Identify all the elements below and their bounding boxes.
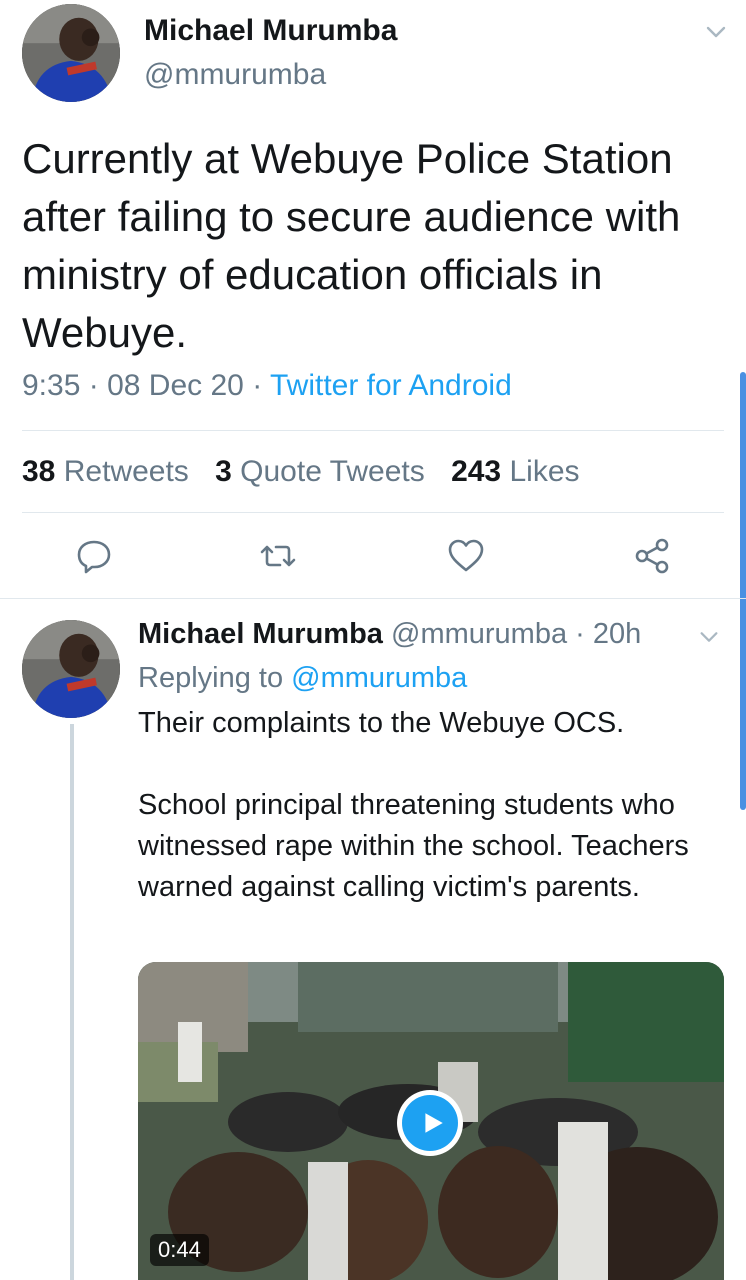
likes-stat[interactable]: 243 Likes [451,455,579,488]
author-handle[interactable]: @mmurumba [144,56,397,94]
tweet-time: 9:35 [22,369,81,402]
reply-author-name[interactable]: Michael Murumba [138,618,383,650]
likes-count: 243 [451,455,502,488]
quotes-label: Quote Tweets [240,455,425,488]
reply-age: 20h [592,618,642,650]
meta-separator: · [252,369,263,402]
play-button[interactable] [397,1090,463,1156]
reply-paragraph: School principal threatening students wh… [138,789,689,903]
video-duration: 0:44 [150,1234,209,1266]
quotes-stat[interactable]: 3 Quote Tweets [215,455,425,488]
tweet-separator [0,598,746,599]
divider [22,512,724,513]
chevron-down-icon[interactable] [704,20,728,44]
avatar-image [22,620,120,718]
tweet-date: 08 Dec 20 [107,369,244,402]
retweets-count: 38 [22,455,56,488]
play-icon [424,1113,443,1133]
tweet-meta: 9:35 · 08 Dec 20 · Twitter for Android [22,366,512,406]
likes-label: Likes [509,455,580,488]
meta-separator: · [567,618,593,650]
replying-to: Replying to @mmurumba [138,658,467,698]
video-player[interactable]: 0:44 [138,962,724,1280]
tweet-stats: 38 Retweets 3 Quote Tweets 243 Likes [22,452,598,492]
reply-text: Their complaints to the Webuye OCS. Scho… [138,703,728,908]
thread-line [70,724,74,1280]
avatar-image [22,4,120,102]
replying-prefix: Replying to [138,662,284,694]
reply-header: Michael Murumba @mmurumba · 20h [138,614,641,654]
share-icon[interactable] [632,536,672,576]
quotes-count: 3 [215,455,232,488]
retweets-stat[interactable]: 38 Retweets [22,455,189,488]
reply-author-handle[interactable]: @mmurumba [391,618,567,650]
avatar[interactable] [22,620,120,718]
author-name[interactable]: Michael Murumba [144,12,397,50]
divider [22,430,724,431]
scrollbar[interactable] [740,372,746,810]
retweets-label: Retweets [63,455,189,488]
avatar[interactable] [22,4,120,102]
meta-separator: · [88,369,99,402]
heart-icon[interactable] [446,536,486,576]
reply-icon[interactable] [74,536,114,576]
tweet-text: Currently at Webuye Police Station after… [22,135,681,356]
retweet-icon[interactable] [258,536,298,576]
action-bar [0,530,746,586]
reply-paragraph: Their complaints to the Webuye OCS. [138,707,625,739]
tweet-source[interactable]: Twitter for Android [270,369,512,402]
chevron-down-icon[interactable] [698,626,720,648]
replying-mention[interactable]: @mmurumba [291,662,467,694]
